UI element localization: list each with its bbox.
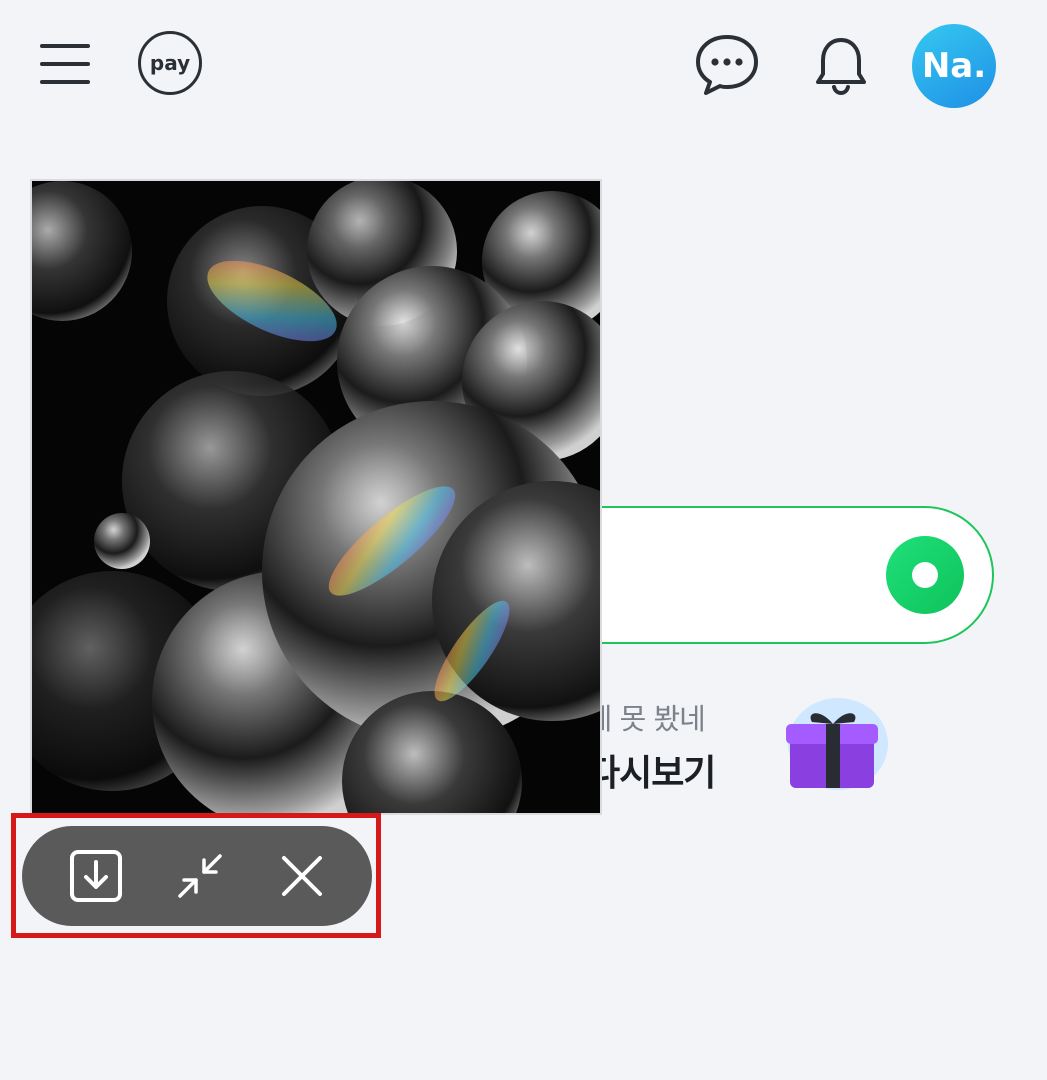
bell-icon bbox=[816, 38, 866, 96]
search-button[interactable] bbox=[886, 536, 964, 614]
download-icon bbox=[70, 850, 122, 902]
minimize-icon bbox=[178, 854, 222, 898]
video-player[interactable] bbox=[30, 179, 602, 815]
notification-button[interactable] bbox=[808, 32, 874, 98]
menu-icon-line bbox=[40, 44, 90, 48]
menu-icon-line bbox=[40, 80, 90, 84]
avatar-text: Na. bbox=[921, 46, 987, 86]
pay-label: pay bbox=[149, 51, 191, 75]
menu-button[interactable] bbox=[36, 38, 94, 88]
pay-button[interactable]: pay bbox=[138, 31, 202, 95]
player-control-bar bbox=[22, 826, 372, 926]
minimize-button[interactable] bbox=[170, 846, 230, 906]
avatar[interactable]: Na. bbox=[912, 24, 996, 108]
bubbles-video-frame bbox=[32, 181, 600, 813]
search-icon bbox=[912, 562, 938, 588]
gift-icon[interactable] bbox=[776, 694, 892, 794]
chat-button[interactable] bbox=[692, 32, 762, 98]
chat-icon bbox=[696, 35, 758, 95]
download-button[interactable] bbox=[66, 846, 126, 906]
close-button[interactable] bbox=[272, 846, 332, 906]
menu-icon-line bbox=[40, 62, 90, 66]
close-icon bbox=[282, 856, 322, 896]
